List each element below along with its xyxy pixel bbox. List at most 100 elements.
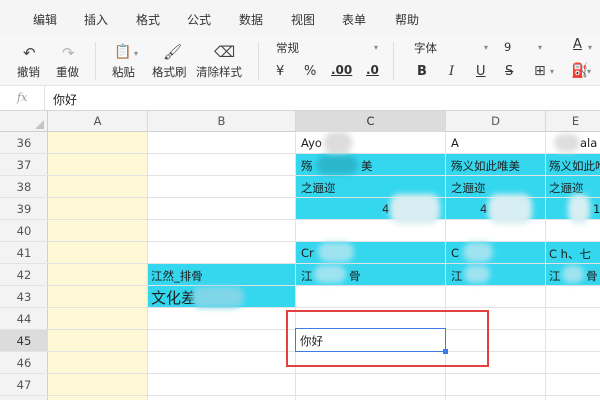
- cell-d41[interactable]: C: [451, 246, 459, 260]
- row-header[interactable]: 40: [0, 220, 48, 242]
- menu-formula[interactable]: 公式: [187, 11, 211, 28]
- paste-label: 粘贴: [112, 65, 135, 79]
- redaction-blur: [192, 286, 244, 308]
- redaction-blur: [562, 265, 584, 283]
- redaction-blur: [390, 194, 440, 224]
- redo-label: 重做: [56, 65, 79, 79]
- chevron-down-icon: ▾: [550, 67, 555, 76]
- cell-e42-suffix: 骨: [586, 269, 598, 283]
- redaction-blur: [314, 265, 346, 283]
- row-header[interactable]: 46: [0, 352, 48, 374]
- column-header-b[interactable]: B: [148, 111, 296, 132]
- row-header[interactable]: 36: [0, 132, 48, 154]
- gridline: [48, 263, 600, 264]
- column-header-a[interactable]: A: [48, 111, 148, 132]
- column-header-row: A B C D E: [0, 111, 600, 132]
- menu-data[interactable]: 数据: [239, 11, 263, 28]
- row-header[interactable]: 39: [0, 198, 48, 220]
- redaction-blur: [488, 194, 532, 224]
- cell-e39[interactable]: 1: [593, 202, 600, 216]
- cell-b42[interactable]: 江然_排骨: [151, 268, 203, 284]
- formula-bar: fx 你好: [0, 86, 600, 111]
- strikethrough-button[interactable]: S: [505, 64, 513, 79]
- redaction-blur: [568, 194, 590, 224]
- italic-button[interactable]: I: [449, 64, 454, 79]
- spreadsheet-grid[interactable]: Ayo A ala 殇 美 殇义如此唯美 殇义如此唯 之逦迩 之逦迩 之逦迩 4…: [48, 132, 600, 400]
- annotation-highlight-box: [286, 310, 489, 367]
- menu-insert[interactable]: 插入: [84, 11, 108, 28]
- decrease-decimal-button[interactable]: .0: [366, 63, 379, 77]
- bold-button[interactable]: B: [417, 64, 427, 79]
- cell-e36[interactable]: ala: [580, 136, 597, 150]
- undo-button[interactable]: ↶ 撤销: [14, 40, 48, 84]
- row-header[interactable]: 37: [0, 154, 48, 176]
- row-header-active[interactable]: 45: [0, 330, 48, 352]
- chevron-down-icon: ▾: [134, 49, 139, 58]
- cell-c41[interactable]: Cr: [301, 246, 314, 260]
- paint-bucket-icon: ⛽: [571, 63, 589, 79]
- column-header-c[interactable]: C: [296, 111, 446, 132]
- menu-help[interactable]: 帮助: [395, 11, 419, 28]
- cell-b43[interactable]: 文化差: [151, 287, 196, 308]
- eraser-icon: ⌫: [214, 43, 236, 61]
- column-header-d[interactable]: D: [446, 111, 546, 132]
- fill-color-button[interactable]: ⛽ ▾: [567, 63, 597, 80]
- cell-d37[interactable]: 殇义如此唯美: [451, 158, 520, 174]
- menu-edit[interactable]: 编辑: [33, 11, 57, 28]
- row-header[interactable]: 47: [0, 374, 48, 396]
- gridline: [48, 153, 600, 154]
- font-color-button[interactable]: A ▾: [570, 37, 598, 59]
- font-size-value: 9: [504, 40, 512, 54]
- chevron-down-icon: ▾: [588, 43, 593, 52]
- redaction-blur: [316, 156, 358, 174]
- font-color-icon: A: [573, 37, 582, 52]
- redo-button[interactable]: ↷ 重做: [53, 40, 87, 84]
- column-header-e[interactable]: E: [546, 111, 600, 132]
- clear-format-label: 清除样式: [196, 65, 242, 79]
- cell-d38[interactable]: 之逦迩: [451, 180, 486, 196]
- number-format-dropdown[interactable]: 常规 ▾: [268, 39, 384, 57]
- menu-format[interactable]: 格式: [136, 11, 160, 28]
- fx-icon: fx: [17, 91, 28, 104]
- paste-button[interactable]: 📋 ▾ 粘贴: [109, 40, 143, 84]
- gridline: [48, 395, 600, 396]
- cell-d42[interactable]: 江: [451, 268, 463, 284]
- cell-c36[interactable]: Ayo: [301, 136, 322, 150]
- percent-button[interactable]: %: [304, 64, 316, 79]
- paint-roller-icon: 🖌: [163, 43, 183, 61]
- cell-d36[interactable]: A: [451, 136, 459, 150]
- row-header[interactable]: 41: [0, 242, 48, 264]
- select-all-corner[interactable]: [0, 111, 48, 132]
- currency-button[interactable]: ¥: [276, 64, 284, 79]
- row-header[interactable]: 44: [0, 308, 48, 330]
- increase-decimal-button[interactable]: .00: [331, 63, 352, 77]
- cell-c39[interactable]: 4: [382, 202, 389, 216]
- row-header[interactable]: 38: [0, 176, 48, 198]
- underline-button[interactable]: U: [476, 64, 486, 79]
- row-header[interactable]: 43: [0, 286, 48, 308]
- chevron-down-icon: ▾: [587, 67, 592, 76]
- gridline: [147, 132, 148, 400]
- cell-e41[interactable]: C h、七: [549, 246, 591, 262]
- cell-e37[interactable]: 殇义如此唯: [549, 158, 600, 174]
- clear-format-button[interactable]: ⌫ 清除样式: [196, 40, 248, 84]
- column-a-highlight: [48, 132, 147, 400]
- borders-button[interactable]: ⊞ ▾: [534, 63, 558, 80]
- chevron-down-icon: ▾: [374, 43, 379, 52]
- cell-c42[interactable]: 江: [301, 268, 313, 284]
- menu-form[interactable]: 表单: [342, 11, 366, 28]
- font-family-dropdown[interactable]: 字体 ▾: [410, 39, 494, 57]
- cell-c38[interactable]: 之逦迩: [301, 180, 336, 196]
- font-size-dropdown[interactable]: 9 ▾: [500, 39, 548, 57]
- border-grid-icon: ⊞: [534, 63, 546, 79]
- cell-d39[interactable]: 4: [480, 202, 487, 216]
- formula-input[interactable]: 你好: [53, 91, 77, 108]
- cell-c37[interactable]: 殇: [301, 158, 313, 174]
- cell-e42[interactable]: 江: [549, 268, 561, 284]
- chevron-down-icon: ▾: [538, 43, 543, 52]
- number-format-value: 常规: [276, 41, 299, 55]
- format-painter-button[interactable]: 🖌 格式刷: [151, 40, 191, 84]
- row-header[interactable]: 42: [0, 264, 48, 286]
- menu-view[interactable]: 视图: [291, 11, 315, 28]
- undo-label: 撤销: [17, 65, 40, 79]
